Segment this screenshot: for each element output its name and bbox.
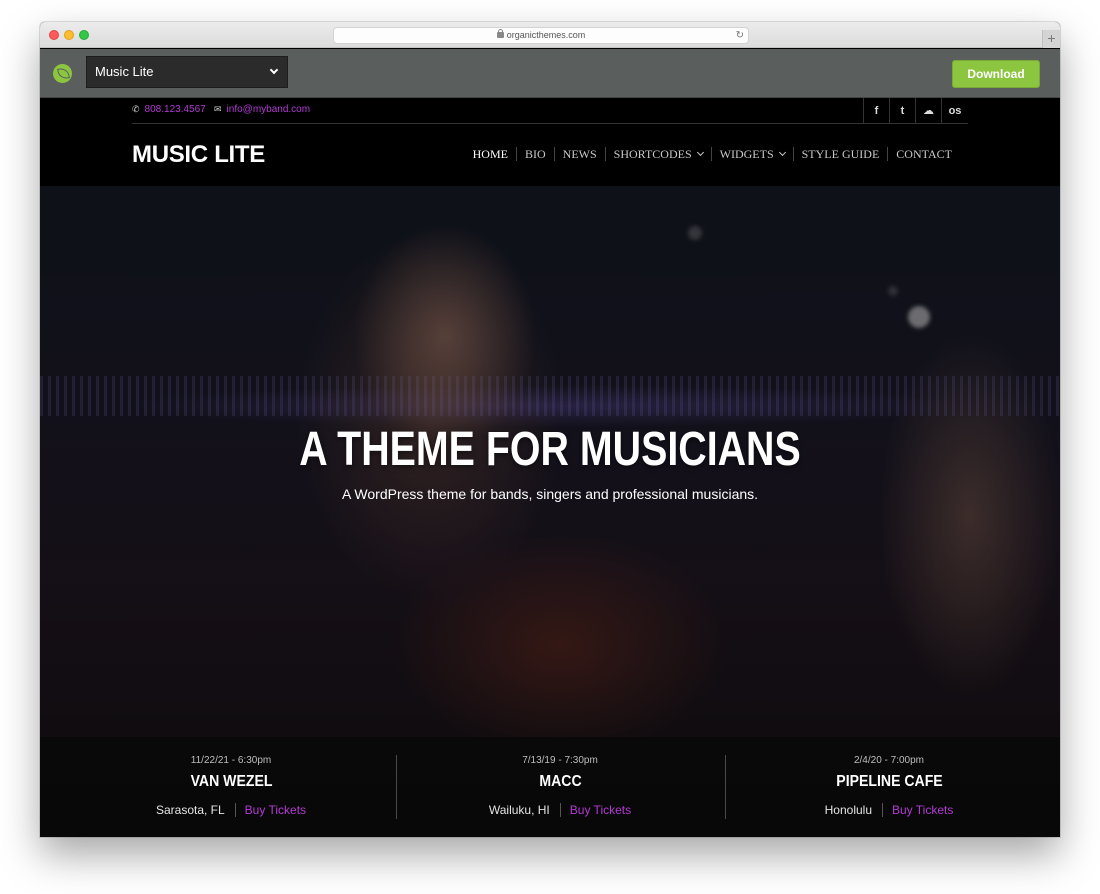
envelope-icon: ✉	[214, 104, 222, 114]
event-city: Honolulu	[825, 803, 883, 817]
theme-select[interactable]: Music Lite	[86, 56, 288, 88]
nav-item-widgets[interactable]: WIDGETS	[710, 147, 793, 161]
email-text: info@myband.com	[226, 104, 311, 115]
buy-tickets-link[interactable]: Buy Tickets	[236, 803, 306, 817]
nav-item-shortcodes[interactable]: SHORTCODES	[604, 147, 711, 161]
event-meta: Sarasota, FL Buy Tickets	[67, 803, 396, 817]
event-date: 7/13/19 - 7:30pm	[522, 755, 598, 766]
nav-label: SHORTCODES	[613, 147, 692, 161]
minimize-window-button[interactable]	[64, 30, 74, 40]
hero-subtitle: A WordPress theme for bands, singers and…	[341, 486, 759, 502]
site-header: MUSIC LITE HOME BIO NEWS SHORTCODES WIDG…	[132, 125, 968, 185]
phone-link[interactable]: ✆ 808.123.4567	[132, 104, 206, 115]
event-item: 2/4/20 - 7:00pm PIPELINE CAFE Honolulu B…	[724, 737, 1054, 837]
leaf-logo-icon[interactable]	[53, 64, 72, 83]
theme-select-value: Music Lite	[95, 64, 154, 79]
reload-icon[interactable]: ↻	[736, 28, 744, 43]
nav-item-news[interactable]: NEWS	[553, 147, 605, 161]
main-nav: HOME BIO NEWS SHORTCODES WIDGETS STYLE G…	[465, 147, 960, 161]
nav-item-home[interactable]: HOME	[465, 147, 516, 161]
site-topbar: ✆ 808.123.4567 ✉ info@myband.com f t ☁ os	[132, 98, 968, 124]
new-tab-button[interactable]: +	[1042, 30, 1060, 48]
chevron-down-icon	[778, 148, 786, 156]
event-venue: VAN WEZEL	[190, 773, 272, 790]
buy-tickets-link[interactable]: Buy Tickets	[883, 803, 953, 817]
nav-label: NEWS	[562, 147, 597, 161]
phone-icon: ✆	[132, 104, 140, 114]
nav-item-contact[interactable]: CONTACT	[887, 147, 960, 161]
browser-chrome: organicthemes.com ↻ +	[40, 22, 1060, 48]
hero-section: A THEME FOR MUSICIANS A WordPress theme …	[40, 186, 1060, 837]
event-item: 11/22/21 - 6:30pm VAN WEZEL Sarasota, FL…	[67, 737, 396, 837]
buy-tickets-link[interactable]: Buy Tickets	[561, 803, 631, 817]
event-date: 11/22/21 - 6:30pm	[190, 755, 272, 766]
facebook-icon[interactable]: f	[864, 98, 890, 124]
address-bar[interactable]: organicthemes.com ↻	[333, 27, 749, 44]
chevron-down-icon	[269, 65, 279, 75]
lastfm-icon[interactable]: os	[942, 98, 968, 124]
site-page: ✆ 808.123.4567 ✉ info@myband.com f t ☁ os …	[40, 98, 1060, 837]
nav-label: STYLE GUIDE	[801, 147, 880, 161]
browser-window: organicthemes.com ↻ + Music Lite Downloa…	[40, 22, 1060, 837]
nav-label: WIDGETS	[719, 147, 774, 161]
zoom-window-button[interactable]	[79, 30, 89, 40]
event-meta: Wailuku, HI Buy Tickets	[396, 803, 725, 817]
events-bar: 11/22/21 - 6:30pm VAN WEZEL Sarasota, FL…	[40, 737, 1060, 837]
close-window-button[interactable]	[49, 30, 59, 40]
event-item: 7/13/19 - 7:30pm MACC Wailuku, HI Buy Ti…	[395, 737, 725, 837]
nav-item-bio[interactable]: BIO	[515, 147, 554, 161]
nav-item-style-guide[interactable]: STYLE GUIDE	[792, 147, 888, 161]
nav-label: CONTACT	[896, 147, 952, 161]
event-city: Wailuku, HI	[489, 803, 561, 817]
twitter-icon[interactable]: t	[890, 98, 916, 124]
event-venue: PIPELINE CAFE	[835, 773, 943, 790]
download-button[interactable]: Download	[952, 60, 1040, 88]
url-text: organicthemes.com	[506, 30, 586, 40]
site-logo[interactable]: MUSIC LITE	[132, 141, 265, 169]
soundcloud-icon[interactable]: ☁	[916, 98, 942, 124]
theme-demo-bar: Music Lite Download	[40, 49, 1060, 98]
nav-label: BIO	[524, 147, 546, 161]
chevron-down-icon	[696, 148, 704, 156]
event-venue: MACC	[538, 773, 582, 790]
social-links: f t ☁ os	[863, 98, 968, 124]
phone-text: 808.123.4567	[144, 104, 206, 115]
nav-label: HOME	[472, 147, 508, 161]
event-city: Sarasota, FL	[156, 803, 236, 817]
hero-title: A THEME FOR MUSICIANS	[299, 423, 801, 476]
email-link[interactable]: ✉ info@myband.com	[214, 104, 310, 115]
lock-icon	[496, 29, 504, 38]
event-meta: Honolulu Buy Tickets	[725, 803, 1054, 817]
event-date: 2/4/20 - 7:00pm	[853, 755, 925, 766]
